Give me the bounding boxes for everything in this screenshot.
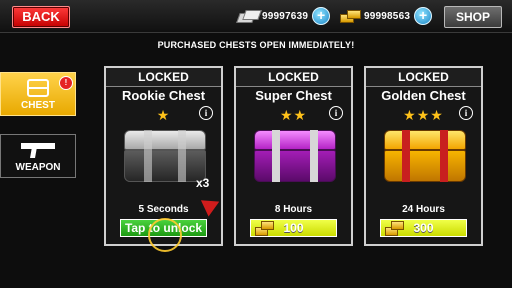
buy-golden-chest-button[interactable]: 300 xyxy=(380,219,467,237)
tab-chest[interactable]: ! CHEST xyxy=(0,72,76,116)
shop-button[interactable]: SHOP xyxy=(444,6,502,28)
chest-name: Super Chest xyxy=(255,88,332,103)
gold-display: 99998563 + xyxy=(340,7,433,25)
chest-timer: 24 Hours xyxy=(402,204,445,215)
top-bar: BACK 99997639 + 99998563 + SHOP xyxy=(0,0,512,33)
cash-display: 99997639 + xyxy=(238,7,331,25)
gold-amount: 99998563 xyxy=(364,10,411,22)
multiplier-label: x3 xyxy=(196,176,210,190)
chest-card-golden[interactable]: LOCKED Golden Chest ★★★ i 24 Hours 300 xyxy=(364,66,483,246)
tab-weapon[interactable]: WEAPON xyxy=(0,134,76,178)
info-icon[interactable]: i xyxy=(459,106,473,120)
chest-status: LOCKED xyxy=(106,68,221,87)
golden-chest-image xyxy=(384,130,466,182)
add-cash-plus-icon[interactable]: + xyxy=(312,7,331,25)
tab-weapon-label: WEAPON xyxy=(15,162,61,173)
price-label: 100 xyxy=(283,221,304,235)
gold-bars-icon xyxy=(255,221,274,236)
cash-amount: 99997639 xyxy=(262,10,309,22)
info-icon[interactable]: i xyxy=(199,106,213,120)
chest-status: LOCKED xyxy=(366,68,481,87)
gold-bars-icon xyxy=(385,221,404,236)
chest-name: Golden Chest xyxy=(381,88,466,103)
back-button[interactable]: BACK xyxy=(12,6,70,28)
chest-card-super[interactable]: LOCKED Super Chest ★★ i 8 Hours 100 xyxy=(234,66,353,246)
buy-super-chest-button[interactable]: 100 xyxy=(250,219,337,237)
chest-status: LOCKED xyxy=(236,68,351,87)
super-chest-image xyxy=(254,130,336,182)
chest-icon xyxy=(27,79,49,97)
tap-highlight-ring xyxy=(148,218,182,252)
chest-timer: 8 Hours xyxy=(274,204,313,215)
add-gold-plus-icon[interactable]: + xyxy=(414,7,433,25)
gold-bars-icon xyxy=(340,10,361,23)
notification-badge: ! xyxy=(59,76,73,90)
rookie-chest-image xyxy=(124,130,206,182)
purchase-banner: PURCHASED CHESTS OPEN IMMEDIATELY! xyxy=(157,40,355,50)
tab-chest-label: CHEST xyxy=(21,100,55,111)
info-icon[interactable]: i xyxy=(329,106,343,120)
cash-icon xyxy=(238,10,258,22)
chest-name: Rookie Chest xyxy=(121,88,206,103)
gun-icon xyxy=(21,141,57,159)
price-label: 300 xyxy=(413,221,434,235)
